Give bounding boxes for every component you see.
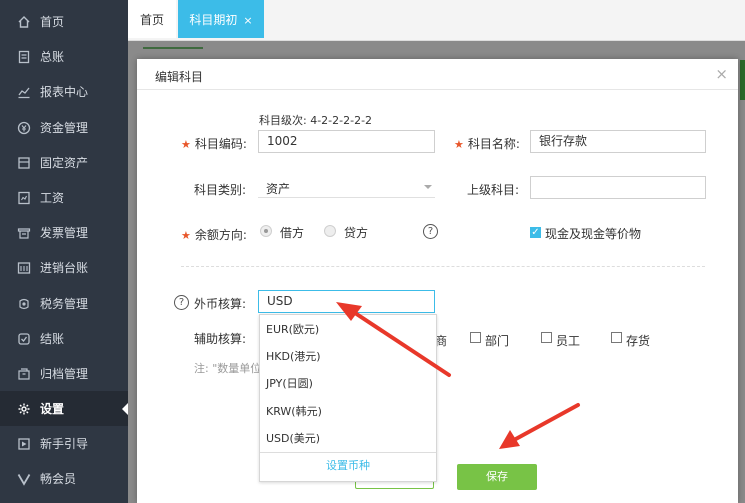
currency-option-hkd[interactable]: HKD(港元) xyxy=(266,348,321,364)
ledger-icon xyxy=(16,49,32,65)
sidebar-item-label: 进销台账 xyxy=(40,261,89,275)
aux-label: 辅助核算: xyxy=(194,332,247,346)
balance-label: ★ 余额方向: xyxy=(181,228,247,242)
required-star-icon: ★ xyxy=(181,138,191,151)
cash-equivalent-checkbox[interactable]: ✓ xyxy=(530,227,541,238)
subject-code-input[interactable]: 1002 xyxy=(258,130,435,153)
fx-currency-input[interactable]: USD xyxy=(258,290,435,313)
money-icon xyxy=(16,120,32,136)
tab-subject-opening[interactable]: 科目期初 × xyxy=(178,0,264,38)
chevron-down-icon xyxy=(424,185,432,189)
sidebar-item-ledger[interactable]: 总账 xyxy=(0,39,128,74)
tab-label: 科目期初 xyxy=(189,13,238,27)
vip-icon xyxy=(16,471,32,487)
background-underline xyxy=(143,47,203,49)
sidebar-item-label: 首页 xyxy=(40,15,65,29)
aux-option-department: 部门 xyxy=(485,334,510,348)
level-hint: 科目级次: 4-2-2-2-2-2 xyxy=(259,114,373,127)
sidebar-item-label: 新手引导 xyxy=(40,437,89,451)
sidebar-item-label: 设置 xyxy=(40,402,65,416)
aux-department-checkbox[interactable] xyxy=(470,332,481,343)
dialog-title: 编辑科目 xyxy=(155,70,204,84)
save-button[interactable]: 保存 xyxy=(457,464,537,490)
aux-inventory-checkbox[interactable] xyxy=(611,332,622,343)
parent-subject-input[interactable] xyxy=(530,176,706,199)
sidebar-item-reports[interactable]: 报表中心 xyxy=(0,74,128,109)
sidebar: 首页 总账 报表中心 资金管理 固定资产 工资 发票管理 进销台账 税务管理 结… xyxy=(0,0,128,503)
section-divider xyxy=(181,266,705,267)
aux-employee-checkbox[interactable] xyxy=(541,332,552,343)
sidebar-item-checkout[interactable]: 结账 xyxy=(0,321,128,356)
credit-radio[interactable] xyxy=(324,225,336,237)
sidebar-item-label: 畅会员 xyxy=(40,472,77,486)
invoice-icon xyxy=(16,225,32,241)
sidebar-item-label: 工资 xyxy=(40,191,65,205)
fx-label: 外币核算: xyxy=(194,297,247,311)
category-select[interactable]: 资产 xyxy=(258,176,435,198)
sidebar-item-vip[interactable]: 畅会员 xyxy=(0,461,128,496)
sidebar-item-tax[interactable]: 税务管理 xyxy=(0,286,128,321)
currency-option-jpy[interactable]: JPY(日圆) xyxy=(266,375,313,391)
credit-label: 贷方 xyxy=(344,226,369,240)
currency-option-krw[interactable]: KRW(韩元) xyxy=(266,403,322,419)
debit-label: 借方 xyxy=(280,226,305,240)
background-strip xyxy=(740,60,745,100)
asset-icon xyxy=(16,155,32,171)
sidebar-item-label: 固定资产 xyxy=(40,156,89,170)
aux-option-inventory: 存货 xyxy=(626,334,651,348)
name-label: ★ 科目名称: xyxy=(454,137,520,151)
tab-home[interactable]: 首页 xyxy=(128,0,176,38)
sidebar-item-label: 发票管理 xyxy=(40,226,89,240)
gear-icon xyxy=(16,401,32,417)
required-star-icon: ★ xyxy=(454,138,464,151)
sidebar-item-funds[interactable]: 资金管理 xyxy=(0,110,128,145)
sidebar-item-fixed-assets[interactable]: 固定资产 xyxy=(0,145,128,180)
edit-subject-dialog: 编辑科目 × 科目级次: 4-2-2-2-2-2 ★ 科目编码: 1002 ★ 科目… xyxy=(137,59,738,503)
quantity-note: 注: "数量单位 xyxy=(194,362,262,375)
currency-option-eur[interactable]: EUR(欧元) xyxy=(266,321,319,337)
chart-icon xyxy=(16,84,32,100)
currency-option-usd[interactable]: USD(美元) xyxy=(266,430,320,446)
close-icon[interactable]: × xyxy=(715,65,728,83)
home-icon xyxy=(16,14,32,30)
checkout-icon xyxy=(16,331,32,347)
sidebar-item-label: 归档管理 xyxy=(40,367,89,381)
dialog-header: 编辑科目 × xyxy=(137,59,738,90)
set-currency-link[interactable]: 设置币种 xyxy=(260,452,436,481)
required-star-icon: ★ xyxy=(181,229,191,242)
sidebar-item-label: 税务管理 xyxy=(40,297,89,311)
sidebar-item-inventory[interactable]: 进销台账 xyxy=(0,250,128,285)
tax-icon xyxy=(16,296,32,312)
sidebar-item-settings[interactable]: 设置 xyxy=(0,391,128,426)
help-icon[interactable]: ? xyxy=(174,295,189,310)
sidebar-item-invoice[interactable]: 发票管理 xyxy=(0,215,128,250)
tab-close-icon[interactable]: × xyxy=(243,14,252,27)
aux-option-employee: 员工 xyxy=(556,334,581,348)
currency-dropdown: EUR(欧元) HKD(港元) JPY(日圆) KRW(韩元) USD(美元) … xyxy=(259,314,437,482)
sidebar-item-label: 结账 xyxy=(40,332,65,346)
parent-label: 上级科目: xyxy=(467,183,520,197)
subject-name-input[interactable]: 银行存款 xyxy=(530,130,706,153)
sidebar-item-home[interactable]: 首页 xyxy=(0,4,128,39)
inventory-icon xyxy=(16,260,32,276)
sidebar-item-label: 报表中心 xyxy=(40,85,89,99)
cash-equivalent-label: 现金及现金等价物 xyxy=(545,227,642,241)
code-label: ★ 科目编码: xyxy=(181,137,247,151)
salary-icon xyxy=(16,190,32,206)
guide-icon xyxy=(16,436,32,452)
sidebar-item-label: 资金管理 xyxy=(40,121,89,135)
category-value: 资产 xyxy=(266,182,291,196)
sidebar-item-salary[interactable]: 工资 xyxy=(0,180,128,215)
sidebar-item-label: 总账 xyxy=(40,50,65,64)
help-icon[interactable]: ? xyxy=(423,224,438,239)
tab-bar: 首页 科目期初 × xyxy=(128,0,745,41)
category-label: 科目类别: xyxy=(194,183,247,197)
sidebar-item-archive[interactable]: 归档管理 xyxy=(0,356,128,391)
archive-icon xyxy=(16,366,32,382)
debit-radio[interactable] xyxy=(260,225,272,237)
sidebar-item-guide[interactable]: 新手引导 xyxy=(0,426,128,461)
